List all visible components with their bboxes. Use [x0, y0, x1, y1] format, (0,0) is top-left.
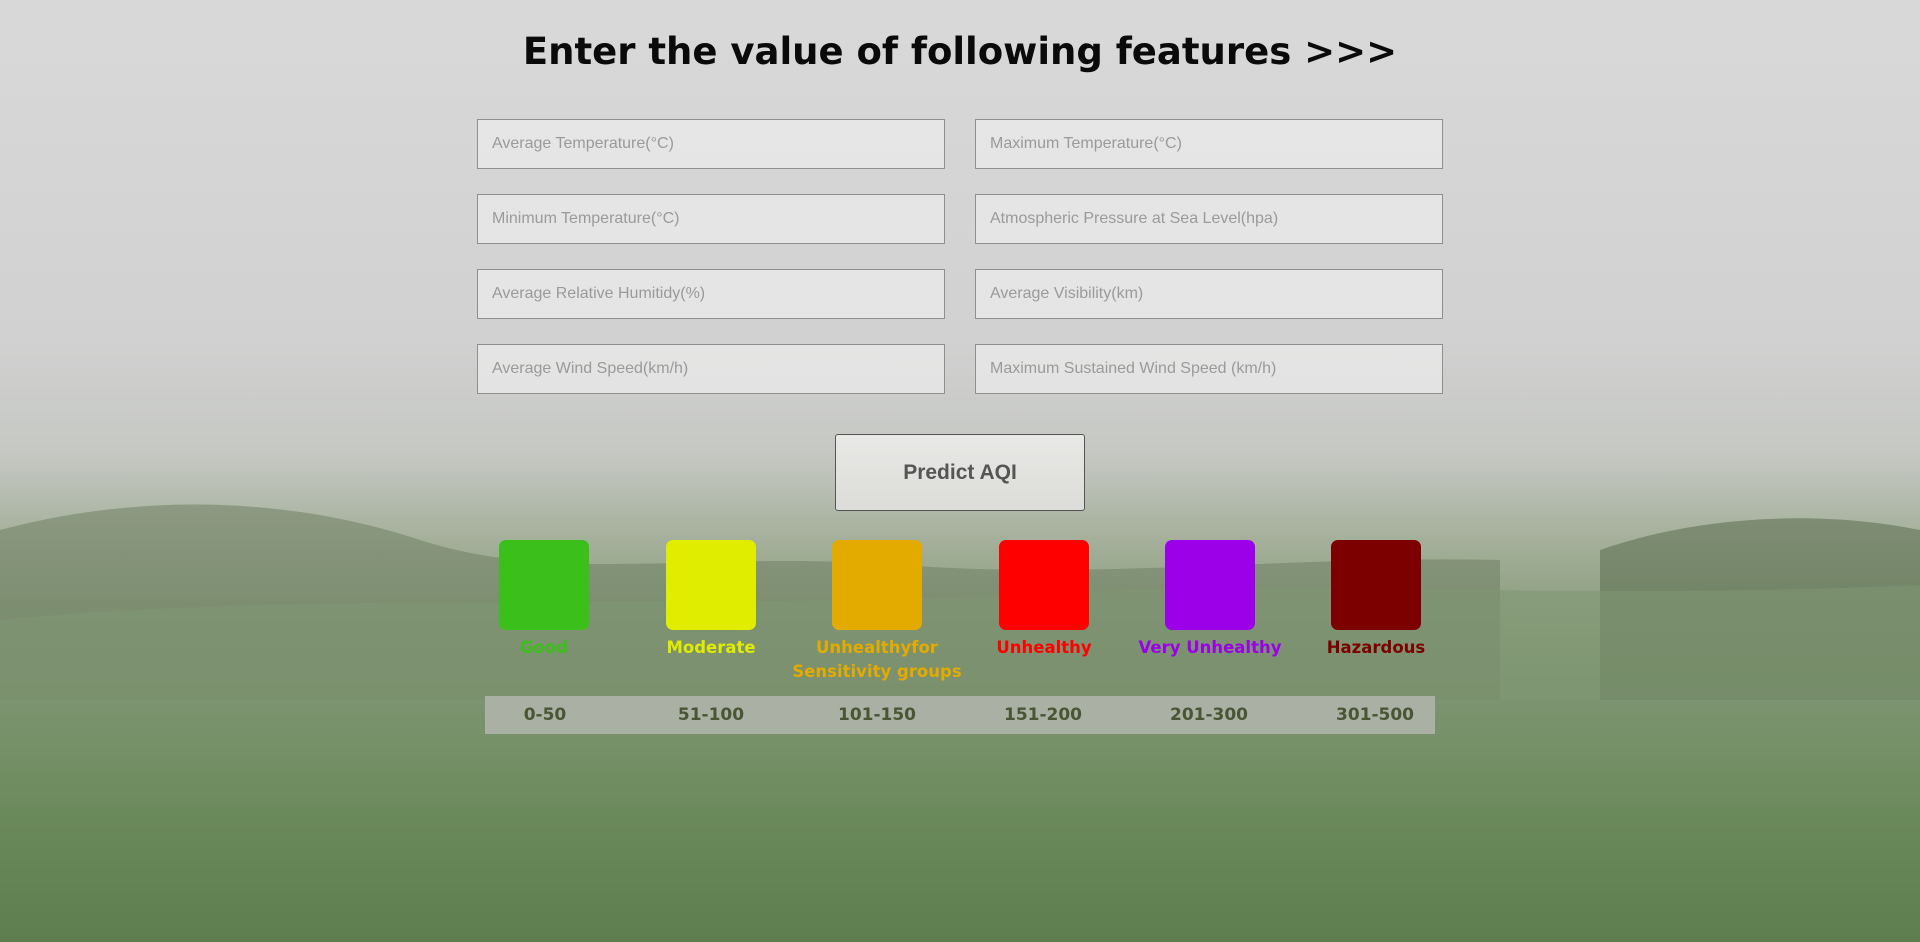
legend-swatch-sensitive	[832, 540, 922, 630]
legend-label-good: Good	[519, 638, 569, 657]
legend-swatch-moderate	[666, 540, 756, 630]
feature-form	[477, 119, 1443, 394]
legend-item-moderate: Moderate	[666, 540, 756, 660]
legend-label-moderate: Moderate	[666, 638, 756, 657]
visibility-input[interactable]	[975, 269, 1443, 319]
page-title: Enter the value of following features >>…	[522, 30, 1398, 73]
legend-swatch-very-unhealthy	[1165, 540, 1255, 630]
min-temperature-input[interactable]	[477, 194, 945, 244]
legend-swatch-hazardous	[1331, 540, 1421, 630]
legend-label-very-unhealthy: Very Unhealthy	[1138, 638, 1282, 657]
legend-item-very-unhealthy: Very Unhealthy	[1139, 540, 1281, 660]
range-hazardous: 301-500	[1335, 705, 1415, 725]
range-good: 0-50	[523, 705, 567, 725]
aqi-range-bar: 0-50 51-100 101-150 151-200 201-300 301-…	[485, 696, 1435, 734]
legend-swatch-good	[499, 540, 589, 630]
max-wind-speed-input[interactable]	[975, 344, 1443, 394]
max-temperature-input[interactable]	[975, 119, 1443, 169]
legend-label-hazardous: Hazardous	[1326, 638, 1426, 657]
legend-swatch-unhealthy	[999, 540, 1089, 630]
legend-item-sensitive: Unhealthyfor Sensitivity groups	[792, 540, 962, 684]
avg-wind-speed-input[interactable]	[477, 344, 945, 394]
legend-item-unhealthy: Unhealthy	[996, 540, 1092, 660]
legend-item-hazardous: Hazardous	[1327, 540, 1425, 660]
aqi-legend: Good Moderate Unhealthyfor Sensitivity g…	[499, 540, 1425, 690]
range-moderate: 51-100	[677, 705, 745, 725]
legend-label-sensitive: Unhealthyfor Sensitivity groups	[792, 638, 962, 681]
predict-aqi-button[interactable]: Predict AQI	[835, 434, 1085, 511]
avg-temperature-input[interactable]	[477, 119, 945, 169]
humidity-input[interactable]	[477, 269, 945, 319]
legend-item-good: Good	[499, 540, 589, 660]
range-unhealthy: 151-200	[1003, 705, 1083, 725]
pressure-input[interactable]	[975, 194, 1443, 244]
range-very-unhealthy: 201-300	[1169, 705, 1249, 725]
range-sensitive: 101-150	[837, 705, 917, 725]
legend-label-unhealthy: Unhealthy	[996, 638, 1092, 657]
